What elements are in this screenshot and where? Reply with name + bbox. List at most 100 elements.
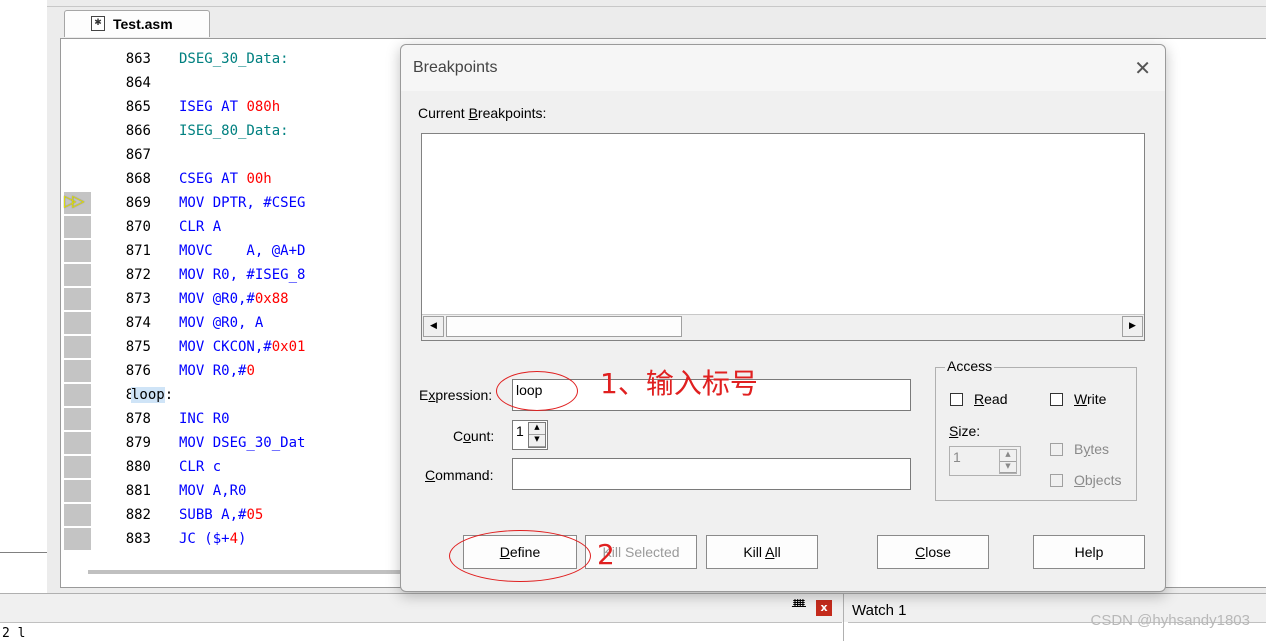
line-number: 872 — [125, 267, 151, 283]
code-text: MOV R0,#0 — [179, 359, 255, 383]
code-token: MOV CKCON,# — [179, 339, 272, 355]
code-text: CSEG AT 00h — [179, 167, 272, 191]
label-part: unt: — [470, 428, 495, 444]
count-spinner[interactable]: ▲ ▼ — [528, 422, 546, 448]
gutter-line-marker — [64, 480, 91, 502]
kill-all-button[interactable]: Kill All — [706, 535, 818, 569]
watch-1-tab[interactable]: Watch 1 — [852, 602, 906, 619]
editor-horizontal-scrollbar[interactable] — [88, 570, 428, 574]
code-token: 0x88 — [254, 291, 289, 307]
asm-file-icon: ✱ — [91, 16, 105, 31]
code-token: ) — [238, 531, 247, 547]
code-text: MOV R0, #ISEG_8 — [179, 263, 305, 287]
command-input[interactable] — [512, 458, 911, 490]
label-part: lose — [925, 544, 951, 560]
line-number: 870 — [125, 219, 151, 235]
label-part: pression: — [435, 387, 493, 403]
code-text: MOV @R0,#0x88 — [179, 287, 289, 311]
gutter-line-marker — [64, 504, 91, 526]
breakpoint-gutter[interactable] — [61, 39, 93, 587]
code-token: JC ($+ — [179, 531, 230, 547]
line-number: 869 — [125, 195, 151, 211]
gutter-line-marker — [64, 336, 91, 358]
access-label: Access — [945, 358, 995, 374]
annotation-step1: 1、输入标号 — [600, 367, 758, 400]
label-part: R — [974, 391, 985, 407]
pin-icon[interactable]: ᚙ — [792, 599, 806, 613]
label-part: B — [1074, 441, 1084, 457]
help-button[interactable]: Help — [1033, 535, 1145, 569]
gutter-line-marker — [64, 288, 91, 310]
output-pane — [0, 622, 842, 642]
gutter-line-marker — [64, 456, 91, 478]
scroll-left-icon[interactable]: ◀ — [423, 316, 444, 337]
read-label: Read — [974, 391, 1007, 407]
left-panel-divider — [0, 552, 47, 553]
gutter-line-marker — [64, 240, 91, 262]
scroll-thumb[interactable] — [446, 316, 682, 337]
label-part: C — [915, 544, 926, 560]
gutter-line-marker — [64, 360, 91, 382]
code-text: CLR A — [179, 215, 221, 239]
size-spinner[interactable]: ▲ ▼ — [999, 449, 1017, 474]
code-token: CSEG AT — [179, 171, 247, 187]
line-number: 873 — [125, 291, 151, 307]
breakpoints-dialog: Breakpoints ✕ Current Breakpoints: ◀ ▶ E… — [400, 44, 1166, 592]
code-text: loop: — [131, 383, 173, 407]
code-token: MOV A,R0 — [179, 483, 247, 499]
label-part: C — [453, 428, 464, 444]
spin-down-icon[interactable]: ▼ — [529, 435, 545, 447]
scroll-right-icon[interactable]: ▶ — [1122, 316, 1143, 337]
write-checkbox[interactable] — [1050, 393, 1063, 406]
code-token: MOV DPTR, #CSEG — [179, 195, 306, 211]
read-checkbox[interactable] — [950, 393, 963, 406]
bytes-label: Bytes — [1074, 441, 1109, 457]
code-text: INC R0 — [179, 407, 230, 431]
panel-close-icon[interactable]: x — [816, 600, 832, 616]
code-token: ISEG_80_Data: — [179, 123, 289, 139]
line-number: 864 — [125, 75, 151, 91]
close-icon[interactable]: ✕ — [1134, 56, 1151, 80]
code-text: ISEG AT 080h — [179, 95, 280, 119]
code-text: SUBB A,#05 — [179, 503, 263, 527]
current-breakpoints-label: Current Breakpoints: — [418, 105, 546, 121]
dialog-titlebar — [401, 45, 1165, 91]
expression-label: Expression: — [419, 387, 492, 403]
code-token: 00h — [246, 171, 272, 187]
gutter-line-marker — [64, 216, 91, 238]
gutter-line-marker — [64, 264, 91, 286]
close-button[interactable]: Close — [877, 535, 989, 569]
spin-up-icon[interactable]: ▲ — [529, 423, 545, 435]
dialog-title: Breakpoints — [413, 59, 498, 76]
code-text: MOV @R0, A — [179, 311, 263, 335]
tab-label: Test.asm — [113, 16, 173, 32]
bytes-checkbox[interactable] — [1050, 443, 1063, 456]
line-number: 866 — [125, 123, 151, 139]
code-token: MOV DSEG_30_Dat — [179, 435, 306, 451]
line-number: 882 — [125, 507, 151, 523]
label-part: W — [1074, 391, 1087, 407]
code-token: 0x01 — [271, 339, 306, 355]
objects-checkbox[interactable] — [1050, 474, 1063, 487]
breakpoints-list[interactable]: ◀ ▶ — [421, 133, 1145, 341]
execution-arrow-icon: ▷▷ — [64, 191, 85, 210]
line-number: 867 — [125, 147, 151, 163]
label-part: E — [419, 387, 429, 403]
list-horizontal-scrollbar[interactable]: ◀ ▶ — [422, 314, 1144, 340]
spin-down-icon[interactable]: ▼ — [1000, 462, 1016, 473]
line-number: 863 — [125, 51, 151, 67]
objects-label: Objects — [1074, 472, 1121, 488]
code-token: CLR c — [179, 459, 222, 475]
code-token: loop — [131, 387, 165, 403]
label-part: ll — [774, 544, 781, 560]
spin-up-icon[interactable]: ▲ — [1000, 450, 1016, 462]
code-token: : — [164, 387, 174, 403]
tab-test-asm[interactable]: ✱ Test.asm — [64, 10, 210, 37]
left-panel — [0, 0, 48, 553]
line-number: 865 — [125, 99, 151, 115]
label-part: B — [468, 105, 478, 121]
code-token: 080h — [246, 99, 281, 115]
label-part: bjects — [1084, 472, 1122, 488]
gutter-line-marker — [64, 432, 91, 454]
code-token: MOV @R0,# — [179, 291, 255, 307]
